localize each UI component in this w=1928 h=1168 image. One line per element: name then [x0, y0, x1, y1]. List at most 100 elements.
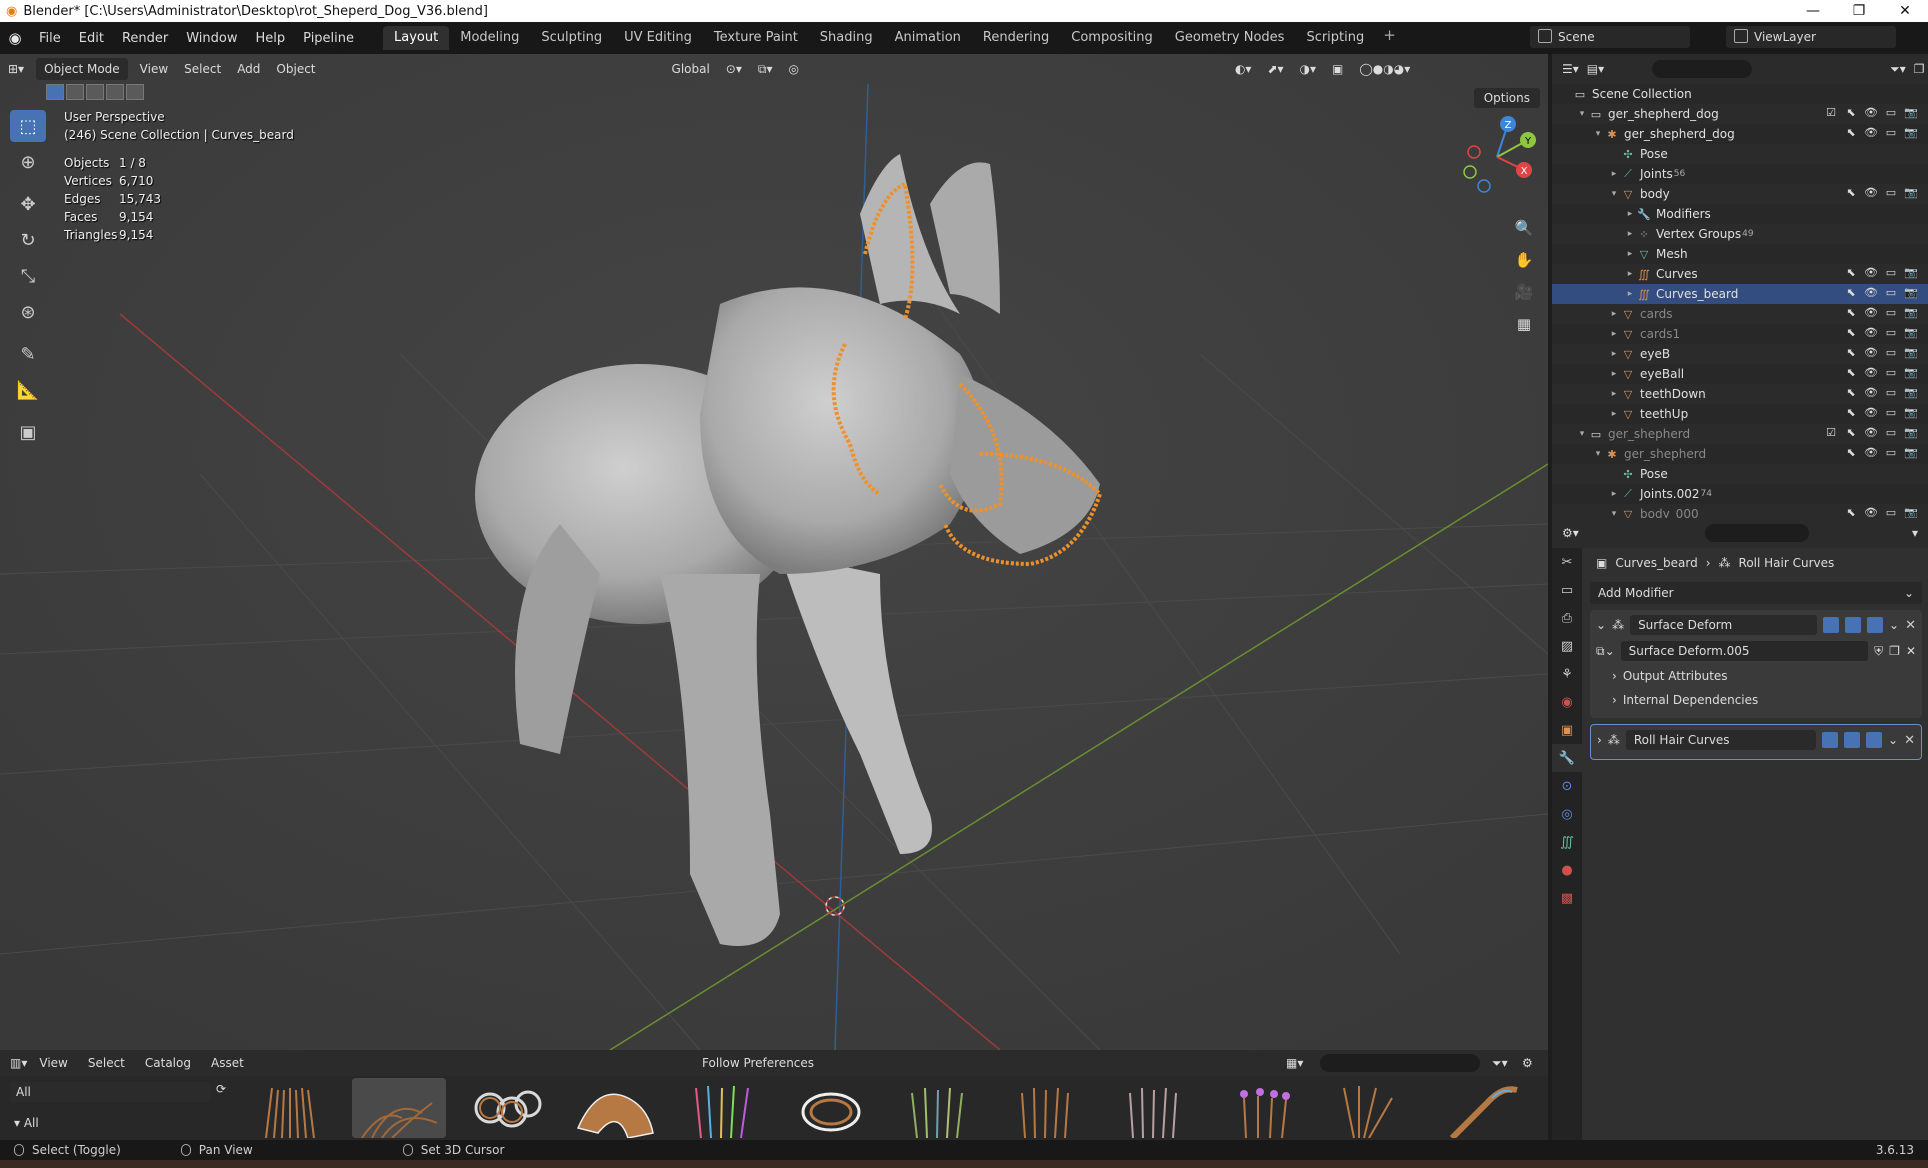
asset-thumb-hair-straight[interactable] — [244, 1078, 338, 1138]
viewport-disable-icon[interactable]: ▭ — [1884, 126, 1898, 139]
asset-thumb-hair-flowers[interactable] — [1216, 1078, 1310, 1138]
add-workspace-button[interactable]: + — [1375, 26, 1404, 50]
particles-tab-icon[interactable]: ⊙ — [1552, 772, 1582, 800]
transform-tool-icon[interactable]: ⊛ — [10, 296, 46, 328]
viewport-disable-icon[interactable]: ▭ — [1884, 386, 1898, 399]
expand-arrow-icon[interactable]: ▸ — [1608, 309, 1620, 319]
modifier-dropdown-icon[interactable]: ⌄ — [1889, 618, 1899, 632]
render-camera-icon[interactable]: 📷 — [1904, 106, 1918, 119]
physics-tab-icon[interactable]: ◎ — [1552, 800, 1582, 828]
asset-thumb-hair-colorful[interactable] — [676, 1078, 770, 1138]
outliner-row[interactable]: ▸ ▽ eyeBall ⬉ 👁 ▭ 📷 — [1552, 364, 1928, 384]
exclude-checkbox[interactable]: ☑ — [1824, 106, 1838, 119]
filter-icon[interactable]: ⏷▾ — [1890, 62, 1906, 77]
asset-library-dropdown[interactable]: Follow Preferences — [694, 1053, 864, 1073]
outliner-row[interactable]: ✣ Pose — [1552, 464, 1928, 484]
visibility-eye-icon[interactable]: 👁 — [1864, 366, 1878, 379]
asset-thumb-hair-brown[interactable] — [1000, 1078, 1094, 1138]
expand-arrow-icon[interactable]: ▾ — [1592, 129, 1604, 139]
expand-arrow-icon[interactable]: ▾ — [1576, 109, 1588, 119]
outliner-row[interactable]: ▸ ▽ cards1 ⬉ 👁 ▭ 📷 — [1552, 324, 1928, 344]
3d-viewport[interactable]: ⊞▾ Object Mode View Select Add Object Gl… — [0, 54, 1548, 1050]
viewport-disable-icon[interactable]: ▭ — [1884, 326, 1898, 339]
select-subtract-icon[interactable] — [86, 84, 104, 100]
visibility-eye-icon[interactable]: 👁 — [1864, 186, 1878, 199]
render-camera-icon[interactable]: 📷 — [1904, 126, 1918, 139]
outliner-row[interactable]: ▸ ⟋ Joints 56 — [1552, 164, 1928, 184]
refresh-icon[interactable]: ⟳ — [216, 1082, 226, 1096]
subpanel-output-attributes[interactable]: › Output Attributes — [1590, 664, 1922, 688]
render-camera-icon[interactable]: 📷 — [1904, 406, 1918, 419]
outliner-row[interactable]: ▸ ▽ Mesh — [1552, 244, 1928, 264]
tab-compositing[interactable]: Compositing — [1060, 26, 1164, 50]
properties-options-icon[interactable]: ▾ — [1912, 526, 1918, 540]
visibility-icon[interactable]: ◐▾ — [1227, 58, 1260, 80]
select-box-tool-icon[interactable]: ⬚ — [10, 110, 46, 142]
menu-edit[interactable]: Edit — [70, 31, 113, 46]
expand-arrow-icon[interactable]: ▸ — [1608, 349, 1620, 359]
asset-thumb-hair-green[interactable] — [892, 1078, 986, 1138]
outliner-row[interactable]: ✣ Pose — [1552, 144, 1928, 164]
expand-arrow-icon[interactable]: ▾ — [1576, 429, 1588, 439]
asset-thumb-hair-wave[interactable] — [568, 1078, 662, 1138]
outliner-row[interactable]: ▸ ▽ eyeB ⬉ 👁 ▭ 📷 — [1552, 344, 1928, 364]
fake-user-icon[interactable]: ⛨ — [1874, 644, 1883, 659]
properties-editor-icon[interactable]: ⚙▾ — [1562, 526, 1579, 540]
render-camera-icon[interactable]: 📷 — [1904, 186, 1918, 199]
maximize-button[interactable]: ❐ — [1836, 0, 1882, 22]
visibility-eye-icon[interactable]: 👁 — [1864, 266, 1878, 279]
visibility-eye-icon[interactable]: 👁 — [1864, 286, 1878, 299]
outliner-row[interactable]: ▸ ▽ teethDown ⬉ 👁 ▭ 📷 — [1552, 384, 1928, 404]
navigation-gizmo[interactable]: Z Y X — [1452, 112, 1542, 202]
tab-modeling[interactable]: Modeling — [449, 26, 530, 50]
render-tab-icon[interactable]: ▭ — [1552, 576, 1582, 604]
display-mode-icon[interactable]: ▦▾ — [1286, 1056, 1303, 1070]
outliner-row[interactable]: ▾ ✱ ger_shepherd ⬉ 👁 ▭ 📷 — [1552, 444, 1928, 464]
view-layer-selector[interactable]: ViewLayer — [1726, 26, 1896, 48]
outliner-search-input[interactable] — [1652, 60, 1753, 78]
tab-layout[interactable]: Layout — [383, 26, 450, 50]
render-camera-icon[interactable]: 📷 — [1904, 426, 1918, 439]
outliner-row[interactable]: ▸ ⁘ Vertex Groups 49 — [1552, 224, 1928, 244]
viewport-disable-icon[interactable]: ▭ — [1884, 186, 1898, 199]
outliner-row[interactable]: ▾ ▭ ger_shepherd_dog ☑ ⬉ 👁 ▭ 📷 — [1552, 104, 1928, 124]
viewport-disable-icon[interactable]: ▭ — [1884, 406, 1898, 419]
pan-hand-icon[interactable]: ✋ — [1510, 246, 1538, 274]
viewport-disable-icon[interactable]: ▭ — [1884, 306, 1898, 319]
viewport-menu-view[interactable]: View — [132, 58, 176, 80]
selectable-toggle-icon[interactable]: ⬉ — [1844, 426, 1858, 439]
render-toggle-icon[interactable] — [1867, 617, 1884, 633]
remove-modifier-icon[interactable]: ✕ — [1904, 733, 1915, 748]
expand-arrow-icon[interactable]: ▾ — [1592, 449, 1604, 459]
selectable-toggle-icon[interactable]: ⬉ — [1844, 126, 1858, 139]
tab-sculpting[interactable]: Sculpting — [530, 26, 613, 50]
render-camera-icon[interactable]: 📷 — [1904, 286, 1918, 299]
measure-tool-icon[interactable]: 📐 — [10, 374, 46, 406]
tab-scripting[interactable]: Scripting — [1295, 26, 1375, 50]
edit-mode-toggle-icon[interactable] — [1823, 617, 1840, 633]
ortho-grid-icon[interactable]: ▦ — [1510, 310, 1538, 338]
expand-arrow-icon[interactable]: ▸ — [1624, 209, 1636, 219]
selectable-toggle-icon[interactable]: ⬉ — [1844, 286, 1858, 299]
render-camera-icon[interactable]: 📷 — [1904, 386, 1918, 399]
menu-window[interactable]: Window — [177, 31, 246, 46]
select-invert-icon[interactable] — [106, 84, 124, 100]
expand-arrow-icon[interactable]: ▸ — [1608, 409, 1620, 419]
render-camera-icon[interactable]: 📷 — [1904, 446, 1918, 459]
scale-tool-icon[interactable]: ⤡ — [10, 260, 46, 292]
outliner-row[interactable]: ▭ Scene Collection — [1552, 84, 1928, 104]
curves-data-tab-icon[interactable]: ∭ — [1552, 828, 1582, 856]
viewport-disable-icon[interactable]: ▭ — [1884, 106, 1898, 119]
selectable-toggle-icon[interactable]: ⬉ — [1844, 106, 1858, 119]
visibility-eye-icon[interactable]: 👁 — [1864, 346, 1878, 359]
visibility-eye-icon[interactable]: 👁 — [1864, 406, 1878, 419]
shading-modes-icon[interactable]: ◯●◑◕▾ — [1351, 58, 1418, 80]
viewport-disable-icon[interactable]: ▭ — [1884, 426, 1898, 439]
selectable-toggle-icon[interactable]: ⬉ — [1844, 306, 1858, 319]
outliner-row[interactable]: ▸ 🔧 Modifiers — [1552, 204, 1928, 224]
catalog-tree-root[interactable]: ▾ All — [14, 1116, 39, 1130]
render-camera-icon[interactable]: 📷 — [1904, 346, 1918, 359]
select-intersect-icon[interactable] — [126, 84, 144, 100]
asset-menu-view[interactable]: View — [31, 1052, 75, 1074]
asset-thumb-hair-messy[interactable] — [352, 1078, 446, 1138]
